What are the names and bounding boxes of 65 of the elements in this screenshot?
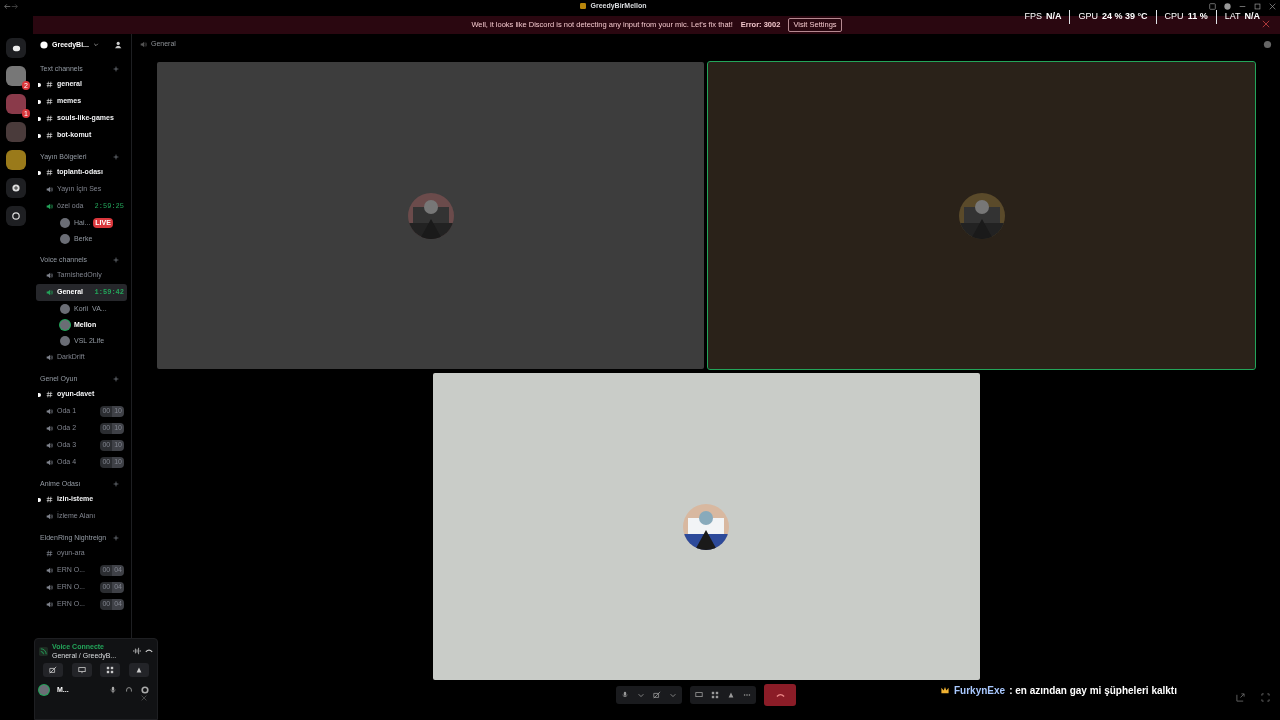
activities-icon: [106, 666, 115, 674]
headphones-icon[interactable]: [125, 686, 133, 695]
hash-icon: [46, 496, 53, 503]
hash-icon: [46, 98, 53, 105]
waveform-icon[interactable]: [133, 647, 141, 655]
add-person-icon[interactable]: [115, 41, 123, 49]
controller-icon: [10, 43, 22, 53]
pop-out-icon[interactable]: [1236, 693, 1245, 702]
chevron-down-icon[interactable]: [92, 42, 99, 48]
plus-icon[interactable]: [113, 154, 119, 160]
video-off-button[interactable]: [43, 663, 63, 677]
screen-share-icon: [77, 666, 86, 674]
video-tile[interactable]: [157, 62, 704, 369]
video-off-icon[interactable]: [653, 691, 661, 699]
stat-text: CPU 11 %: [1155, 10, 1216, 24]
hash-icon: [46, 169, 53, 176]
hash-icon: [46, 81, 53, 88]
soundboard-icon: [134, 666, 143, 674]
video-tile[interactable]: [432, 373, 980, 680]
chat-message: : en azından gay mi şüpheleri kalktı: [1009, 684, 1177, 698]
stat-text: FPS N/A: [1023, 10, 1063, 23]
discover-button[interactable]: [6, 206, 26, 226]
more-icon[interactable]: [743, 691, 751, 699]
close-icon[interactable]: [1262, 20, 1270, 28]
video-tile[interactable]: [708, 62, 1255, 369]
signal-icon: [39, 646, 48, 656]
screen-share-button[interactable]: [71, 663, 92, 677]
plus-icon[interactable]: [113, 257, 119, 263]
chat-author[interactable]: FurkynExe: [954, 683, 1006, 698]
home-button[interactable]: [6, 38, 26, 58]
hash-icon: [46, 132, 53, 139]
settings-icon[interactable]: [141, 686, 149, 695]
activities-button[interactable]: [100, 663, 121, 677]
back-arrow-icon[interactable]: [4, 2, 11, 10]
compass-icon: [12, 212, 20, 220]
plus-icon: [12, 184, 20, 192]
maximize-icon[interactable]: [1254, 2, 1261, 10]
microphone-icon[interactable]: [621, 691, 629, 699]
microphone-icon[interactable]: [109, 686, 117, 695]
hash-icon: [46, 115, 53, 122]
soundboard-button[interactable]: [128, 663, 149, 677]
plus-icon[interactable]: [113, 535, 119, 541]
disconnect-icon[interactable]: [145, 647, 153, 655]
activities-icon[interactable]: [711, 691, 719, 699]
speaker-icon: [140, 40, 147, 48]
close-icon[interactable]: [1269, 2, 1276, 10]
server-icon: [40, 41, 48, 49]
user-avatar: [39, 685, 49, 696]
plus-icon[interactable]: [113, 66, 119, 72]
plus-icon[interactable]: [113, 376, 119, 382]
chevron-down-icon[interactable]: [669, 691, 677, 699]
stat-text: GPU 24 % 39 °C: [1069, 10, 1156, 24]
inbox-icon[interactable]: [1209, 2, 1216, 10]
server-icon[interactable]: [6, 150, 26, 170]
plus-icon[interactable]: [113, 481, 119, 487]
soundboard-icon[interactable]: [727, 691, 735, 699]
stat-text: LAT N/A: [1215, 10, 1268, 24]
hash-icon: [46, 550, 53, 557]
server-icon: [580, 3, 587, 9]
hash-icon: [46, 391, 53, 398]
screen-share-icon[interactable]: [695, 691, 703, 699]
crown-icon: [940, 686, 950, 695]
chevron-down-icon[interactable]: [637, 691, 645, 699]
video-off-icon: [49, 666, 57, 674]
add-server-button[interactable]: [6, 178, 26, 198]
